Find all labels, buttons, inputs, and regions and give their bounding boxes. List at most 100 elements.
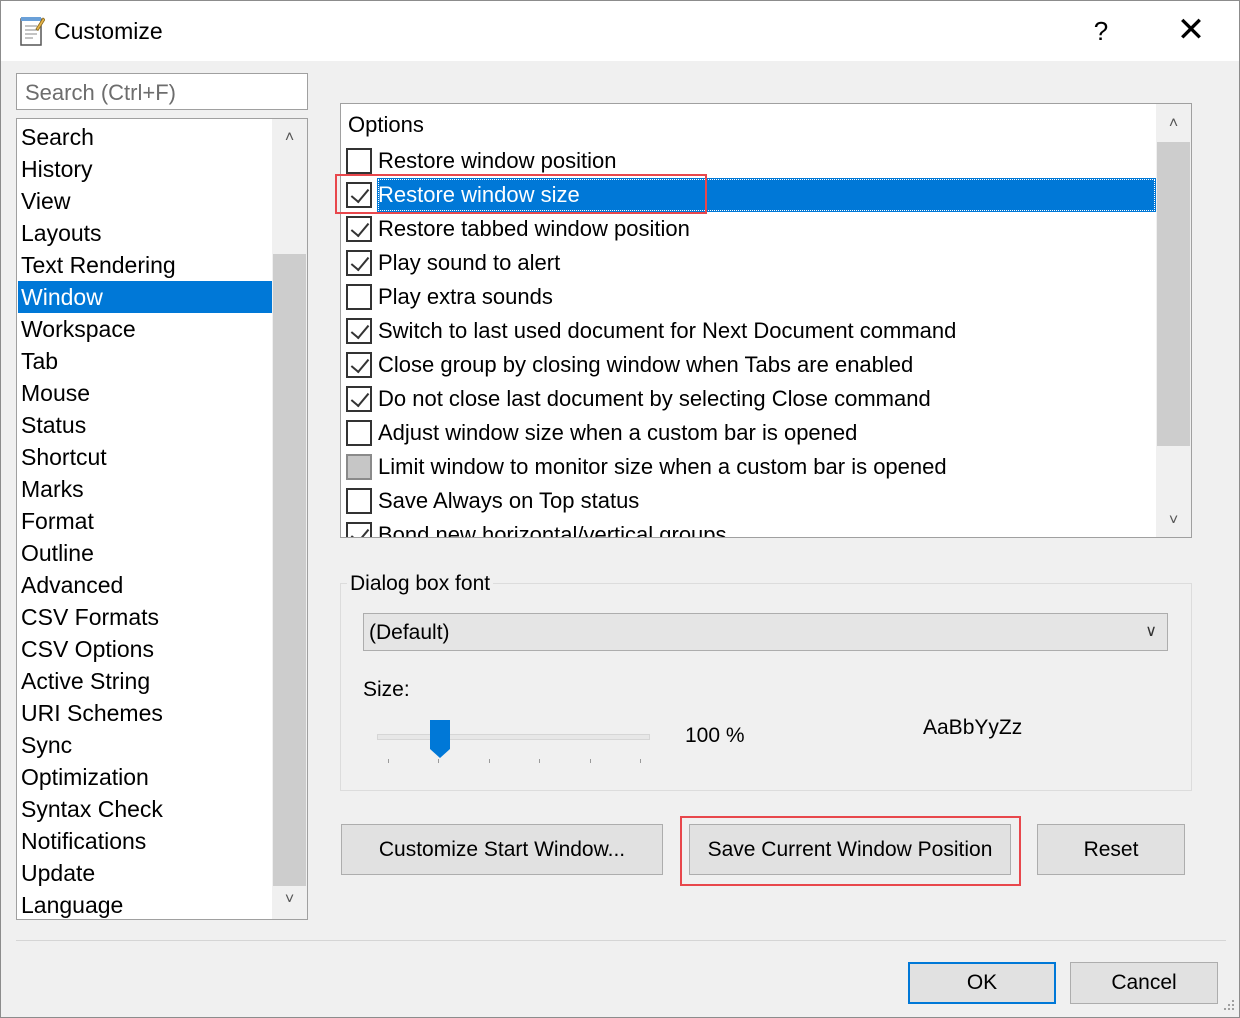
customize-dialog: Customize ? ✕ SearchHistoryViewLayoutsTe… bbox=[0, 0, 1240, 1018]
option-checkbox[interactable] bbox=[346, 284, 372, 310]
option-row[interactable]: Bond new horizontal/vertical groups bbox=[341, 518, 1156, 538]
option-row[interactable]: Restore tabbed window position bbox=[341, 212, 1156, 246]
scroll-up-arrow-icon[interactable]: ˄ bbox=[1156, 108, 1191, 140]
option-label: Play sound to alert bbox=[378, 250, 561, 275]
option-label: Bond new horizontal/vertical groups bbox=[378, 522, 727, 538]
size-slider-track[interactable] bbox=[377, 734, 650, 740]
category-item[interactable]: Syntax Check bbox=[18, 793, 273, 825]
category-items: Search History View Layouts Text Rendering Wi… bbox=[18, 121, 273, 921]
category-item[interactable]: Active String bbox=[18, 665, 273, 697]
option-checkbox[interactable] bbox=[346, 488, 372, 514]
option-label: Adjust window size when a custom bar is … bbox=[378, 420, 858, 445]
option-checkbox[interactable] bbox=[346, 386, 372, 412]
option-label: Close group by closing window when Tabs … bbox=[378, 352, 914, 377]
category-item[interactable]: Update bbox=[18, 857, 273, 889]
option-label: Restore tabbed window position bbox=[378, 216, 690, 241]
category-scroll-thumb[interactable] bbox=[273, 254, 306, 886]
option-checkbox[interactable] bbox=[346, 318, 372, 344]
options-header: Options bbox=[348, 112, 424, 137]
font-select-value: (Default) bbox=[369, 621, 450, 644]
size-slider-thumb[interactable] bbox=[429, 719, 451, 759]
category-item[interactable]: Language bbox=[18, 889, 273, 921]
option-row[interactable]: Save Always on Top status bbox=[341, 484, 1156, 518]
option-label: Do not close last document by selecting … bbox=[378, 386, 931, 411]
option-row[interactable]: Restore window position bbox=[341, 144, 1156, 178]
option-checkbox[interactable] bbox=[346, 454, 372, 480]
category-item[interactable]: Format bbox=[18, 505, 273, 537]
slider-tick bbox=[488, 759, 490, 763]
option-label: Restore window position bbox=[378, 148, 617, 173]
dialog-font-group-label: Dialog box font bbox=[347, 572, 494, 596]
option-label: Limit window to monitor size when a cust… bbox=[378, 454, 947, 479]
cancel-button[interactable]: Cancel bbox=[1070, 962, 1218, 1004]
option-checkbox[interactable] bbox=[346, 250, 372, 276]
option-row[interactable]: Switch to last used document for Next Do… bbox=[341, 314, 1156, 348]
category-item[interactable]: Window bbox=[18, 281, 273, 313]
title-bar: Customize ? ✕ bbox=[1, 1, 1239, 61]
option-row[interactable]: Play extra sounds bbox=[341, 280, 1156, 314]
category-item[interactable]: Notifications bbox=[18, 825, 273, 857]
options-scroll-thumb[interactable] bbox=[1157, 142, 1190, 446]
option-row[interactable]: Adjust window size when a custom bar is … bbox=[341, 416, 1156, 450]
category-item[interactable]: Tab bbox=[18, 345, 273, 377]
scroll-up-arrow-icon[interactable]: ˄ bbox=[272, 121, 307, 153]
category-item[interactable]: Marks bbox=[18, 473, 273, 505]
category-item[interactable]: URI Schemes bbox=[18, 697, 273, 729]
option-label: Play extra sounds bbox=[378, 284, 553, 309]
customize-start-window-button[interactable]: Customize Start Window... bbox=[341, 824, 663, 875]
category-item[interactable]: Search bbox=[18, 121, 273, 153]
search-box[interactable] bbox=[16, 73, 308, 110]
search-input[interactable] bbox=[25, 80, 299, 106]
category-item[interactable]: CSV Options bbox=[18, 633, 273, 665]
option-row[interactable]: Play sound to alert bbox=[341, 246, 1156, 280]
scroll-down-arrow-icon[interactable]: ˅ bbox=[272, 885, 307, 917]
options-list[interactable]: Options Restore window position Restore w… bbox=[340, 103, 1192, 538]
category-item[interactable]: Advanced bbox=[18, 569, 273, 601]
help-button[interactable]: ? bbox=[1079, 9, 1123, 53]
ok-button[interactable]: OK bbox=[908, 962, 1056, 1004]
slider-tick bbox=[539, 759, 541, 763]
notepad-icon bbox=[20, 17, 45, 46]
option-checkbox[interactable] bbox=[346, 352, 372, 378]
category-item[interactable]: Outline bbox=[18, 537, 273, 569]
option-checkbox[interactable] bbox=[346, 148, 372, 174]
reset-button[interactable]: Reset bbox=[1037, 824, 1185, 875]
category-item[interactable]: Optimization bbox=[18, 761, 273, 793]
option-row[interactable]: Close group by closing window when Tabs … bbox=[341, 348, 1156, 382]
category-item[interactable]: Status bbox=[18, 409, 273, 441]
option-checkbox[interactable] bbox=[346, 420, 372, 446]
category-item[interactable]: View bbox=[18, 185, 273, 217]
option-checkbox[interactable] bbox=[346, 522, 372, 537]
size-label: Size: bbox=[363, 678, 410, 701]
category-list[interactable]: Search History View Layouts Text Rendering Wi… bbox=[16, 118, 308, 920]
option-label: Save Always on Top status bbox=[378, 488, 640, 513]
font-preview: AaBbYyZz bbox=[923, 716, 1023, 739]
font-select[interactable]: (Default) ∨ bbox=[363, 613, 1168, 651]
annotation-highlight-option bbox=[335, 174, 707, 214]
category-item[interactable]: Mouse bbox=[18, 377, 273, 409]
category-scrollbar[interactable]: ˄ ˅ bbox=[272, 119, 307, 919]
option-label: Switch to last used document for Next Do… bbox=[378, 318, 957, 343]
category-item[interactable]: CSV Formats bbox=[18, 601, 273, 633]
slider-tick bbox=[640, 759, 641, 763]
annotation-highlight-button bbox=[680, 816, 1021, 886]
size-value: 100 % bbox=[685, 724, 745, 747]
category-item[interactable]: Sync bbox=[18, 729, 273, 761]
option-row[interactable]: Do not close last document by selecting … bbox=[341, 382, 1156, 416]
scroll-down-arrow-icon[interactable]: ˅ bbox=[1156, 505, 1191, 537]
slider-tick bbox=[589, 759, 591, 763]
category-item[interactable]: Shortcut bbox=[18, 441, 273, 473]
close-button[interactable]: ✕ bbox=[1167, 9, 1215, 53]
category-item[interactable]: History bbox=[18, 153, 273, 185]
slider-tick bbox=[388, 759, 389, 763]
category-item[interactable]: Layouts bbox=[18, 217, 273, 249]
category-item[interactable]: Workspace bbox=[18, 313, 273, 345]
options-scrollbar[interactable]: ˄ ˅ bbox=[1156, 104, 1191, 537]
slider-tick bbox=[438, 759, 440, 763]
category-item[interactable]: Text Rendering bbox=[18, 249, 273, 281]
resize-grip-icon[interactable] bbox=[1221, 999, 1235, 1013]
option-row[interactable]: Limit window to monitor size when a cust… bbox=[341, 450, 1156, 484]
chevron-down-icon: ∨ bbox=[1145, 623, 1157, 640]
divider bbox=[16, 940, 1226, 941]
option-checkbox[interactable] bbox=[346, 216, 372, 242]
